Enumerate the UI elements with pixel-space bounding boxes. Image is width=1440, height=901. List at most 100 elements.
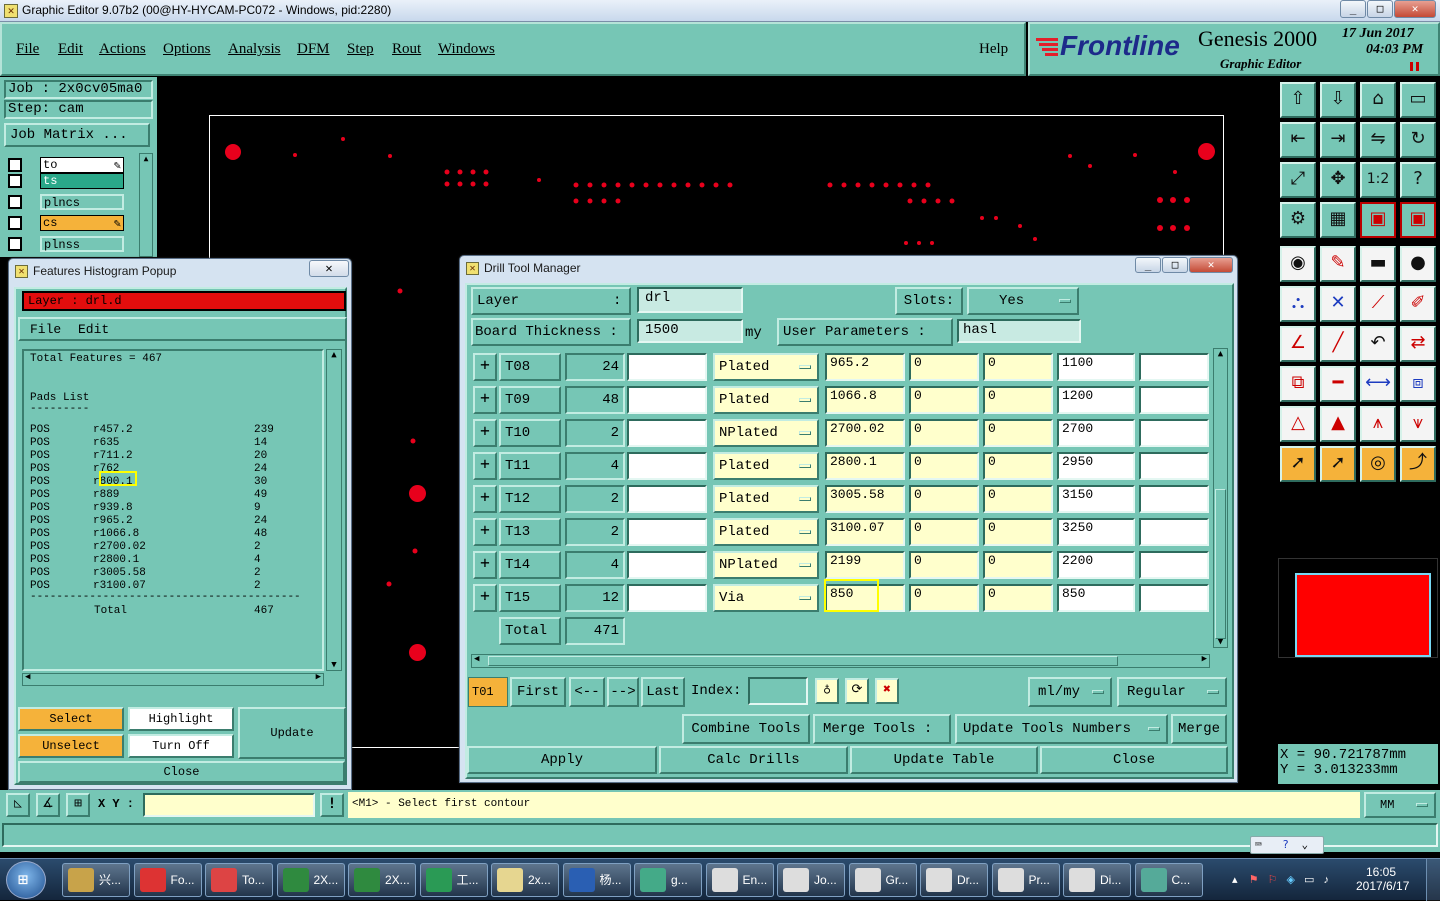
tool-type-select[interactable]: Plated [713,452,819,480]
tool-drill-size[interactable]: 1100 [1057,353,1135,381]
layer-plnss[interactable]: plnss [40,236,124,252]
expand-plus-icon[interactable]: + [473,452,497,480]
tool-drill-size[interactable]: 3250 [1057,518,1135,546]
tool-comment-field[interactable] [627,353,707,381]
tool-comment-field[interactable] [627,485,707,513]
tray-expand-icon[interactable]: ▴ [1232,874,1238,886]
units-dropdown[interactable]: MM [1364,792,1436,818]
layer-checkbox-plnss[interactable] [8,237,22,251]
tool-drill-size[interactable]: 3150 [1057,485,1135,513]
keyboard-icon[interactable]: ⌨ [1255,838,1262,851]
refresh-icon[interactable]: ⟳ [845,678,869,704]
xy-input[interactable] [143,793,315,817]
expand-plus-icon[interactable]: + [473,419,497,447]
tool-finish-size[interactable]: 2199 [825,551,905,579]
import-icon[interactable]: ⇧ [1280,82,1316,118]
tool-comment-field[interactable] [627,518,707,546]
apply-button[interactable]: Apply [467,746,657,774]
layer-checkbox-plncs[interactable] [8,195,22,209]
delete-icon[interactable]: ✖ [875,678,899,704]
shapes-icon[interactable]: ⧈ [1400,366,1436,402]
triangle-up-icon[interactable]: ▲ [1320,406,1356,442]
home-icon[interactable]: ⌂ [1360,82,1396,118]
update-table-button[interactable]: Update Table [850,746,1038,774]
drill-table-hscroll[interactable]: ◀ ▶ [471,654,1210,668]
start-button[interactable]: ⊞ [6,861,46,899]
taskbar-item[interactable]: Di... [1063,863,1131,897]
tray-flag-icon[interactable]: ⚐ [1268,874,1278,886]
update-button[interactable]: Update [238,707,346,759]
turn-off-button[interactable]: Turn Off [128,734,234,758]
drill-maximize-button[interactable]: □ [1162,257,1188,273]
layer-checkbox-to[interactable] [8,158,22,172]
next-button[interactable]: --> [607,677,639,707]
stretch-icon[interactable]: ⟷ [1360,366,1396,402]
tool-plus-tol[interactable]: 0 [909,485,979,513]
expand-plus-icon[interactable]: + [473,485,497,513]
slots-select[interactable]: Yes [967,287,1079,315]
menu-step[interactable]: Step [347,41,374,58]
layer-plncs[interactable]: plncs [40,194,124,210]
tool-extra-field[interactable] [1139,419,1209,447]
tool-comment-field[interactable] [627,584,707,612]
layer-checkbox-ts[interactable] [8,174,22,188]
highlight-button[interactable]: Highlight [128,707,234,731]
layer-display-alt-icon[interactable]: ▣ [1400,202,1436,238]
board-thickness-field[interactable]: 1500 [637,319,743,343]
scroll-thumb[interactable] [488,656,1118,666]
taskbar-item[interactable]: Pr... [991,863,1060,897]
histogram-hscroll[interactable]: ◀ ▶ [22,672,324,686]
tool-finish-size[interactable]: 1066.8 [825,386,905,414]
menu-analysis[interactable]: Analysis [228,41,281,58]
move-right-icon[interactable]: ⇥ [1320,122,1356,158]
taskbar-item[interactable]: 2X... [348,863,416,897]
taskbar-item[interactable]: To... [205,863,273,897]
tool-drill-size[interactable]: 2200 [1057,551,1135,579]
taskbar-item[interactable]: g... [634,863,702,897]
export-icon[interactable]: ⇩ [1320,82,1356,118]
tool-extra-field[interactable] [1139,452,1209,480]
tool-extra-field[interactable] [1139,386,1209,414]
connect-icon[interactable]: ⛬ [1280,286,1316,322]
taskbar-item[interactable]: 杨... [562,863,631,897]
combine-tools-button[interactable]: Combine Tools [682,714,810,744]
grid-icon[interactable]: ▦ [1320,202,1356,238]
histogram-vscroll[interactable]: ▲ ▼ [326,349,342,671]
move-left-icon[interactable]: ⇤ [1280,122,1316,158]
tool-plus-tol[interactable]: 0 [909,551,979,579]
merge-button[interactable]: Merge [1171,714,1227,744]
user-parameters-field[interactable]: hasl [957,319,1081,343]
taskbar-item[interactable]: En... [705,863,774,897]
line-point-icon[interactable]: ⟋ [1360,286,1396,322]
select-circle-icon[interactable]: ◎ [1360,446,1396,482]
tool-plus-tol[interactable]: 0 [909,353,979,381]
tool-comment-field[interactable] [627,386,707,414]
mirror-icon[interactable]: ⇋ [1360,122,1396,158]
expand-plus-icon[interactable]: + [473,584,497,612]
drill-minimize-button[interactable]: _ [1135,257,1161,273]
window-fit-icon[interactable]: ▭ [1400,82,1436,118]
menu-windows[interactable]: Windows [438,41,495,58]
expand-plus-icon[interactable]: + [473,386,497,414]
drill-close-button[interactable]: Close [1040,746,1228,774]
drill-table-vscroll[interactable]: ▲ ▼ [1213,348,1228,648]
pad-icon[interactable]: ◉ [1280,246,1316,282]
overview-map[interactable] [1278,558,1438,658]
index-field[interactable] [748,677,808,705]
line-edit-icon[interactable]: ✐ [1400,286,1436,322]
tool-minus-tol[interactable]: 0 [983,419,1053,447]
undo-icon[interactable]: ↶ [1360,326,1396,362]
last-button[interactable]: Last [641,677,685,707]
tool-minus-tol[interactable]: 0 [983,353,1053,381]
tool-type-select[interactable]: Plated [713,518,819,546]
tool-finish-size[interactable]: 3100.07 [825,518,905,546]
tool-finish-size[interactable]: 3005.58 [825,485,905,513]
tray-volume-icon[interactable]: ♪ [1323,874,1329,886]
taskbar-item[interactable]: 2X... [276,863,345,897]
triangle-icon[interactable]: △ [1280,406,1316,442]
tool-minus-tol[interactable]: 0 [983,452,1053,480]
minimize-button[interactable]: _ [1340,0,1366,18]
help-icon[interactable]: ? [1400,162,1436,198]
histogram-menu-file[interactable]: File [30,322,61,337]
tool-drill-size[interactable]: 2950 [1057,452,1135,480]
